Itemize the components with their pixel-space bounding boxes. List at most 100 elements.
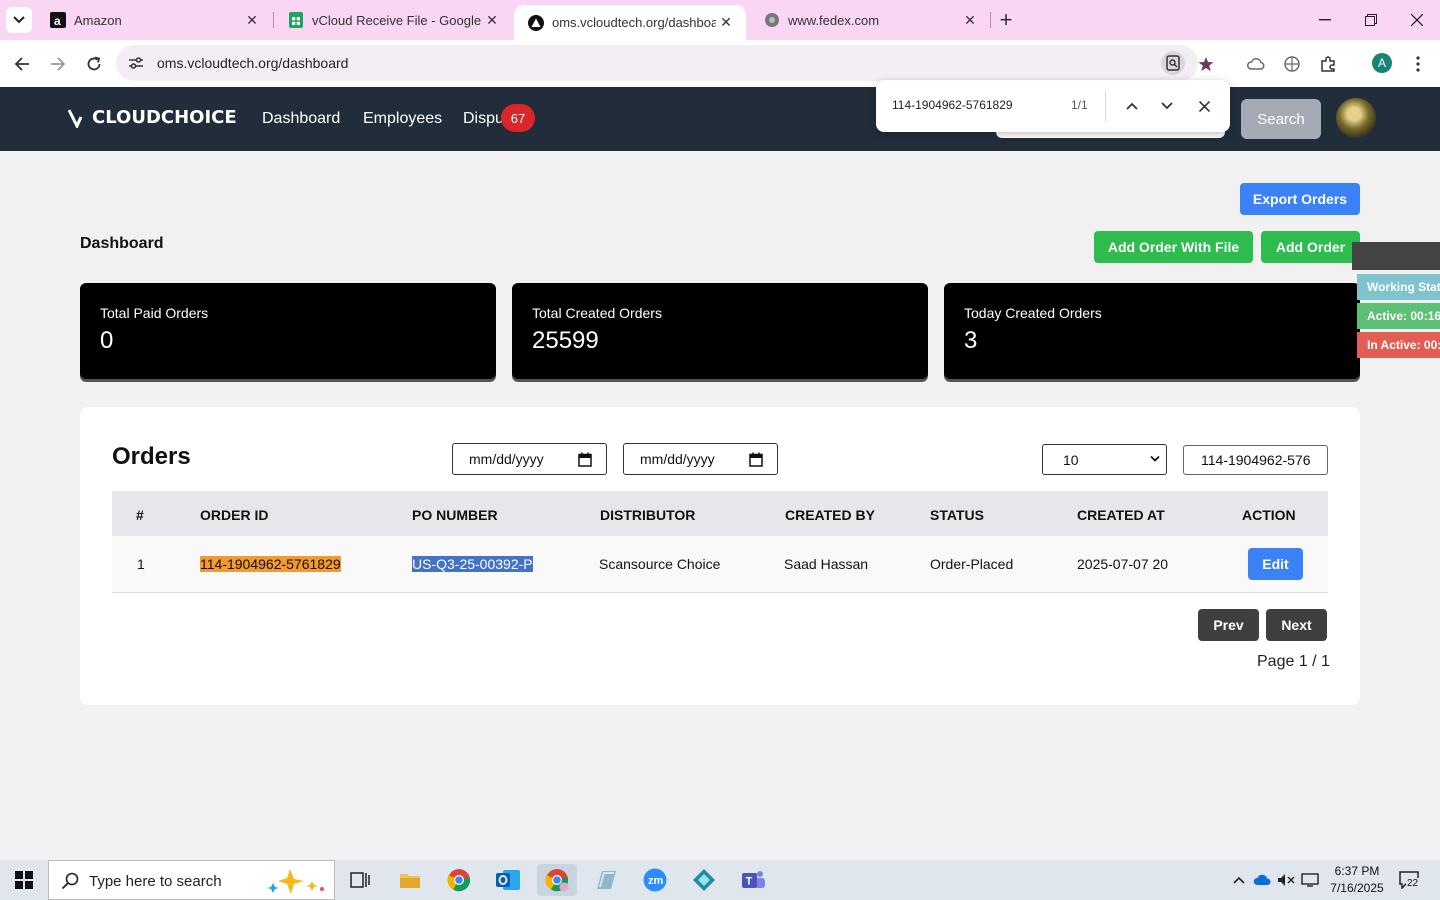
close-tab-icon[interactable]: ✕ bbox=[716, 13, 736, 33]
address-bar[interactable]: oms.vcloudtech.org/dashboard bbox=[116, 45, 1198, 81]
cell-created-at: 2025-07-07 20 bbox=[1077, 556, 1169, 572]
tab-google-sheets[interactable]: vCloud Receive File - Google Sh ✕ bbox=[274, 0, 512, 40]
network-icon[interactable] bbox=[1300, 871, 1320, 889]
task-view-button[interactable] bbox=[340, 864, 380, 896]
show-hidden-icons-button[interactable] bbox=[1230, 871, 1248, 889]
new-tab-button[interactable]: + bbox=[994, 7, 1018, 32]
amazon-icon: a bbox=[50, 12, 66, 28]
prev-page-button[interactable]: Prev bbox=[1198, 609, 1259, 641]
restore-button[interactable] bbox=[1348, 0, 1394, 40]
outlook-app[interactable] bbox=[488, 864, 528, 896]
user-avatar[interactable] bbox=[1336, 98, 1376, 138]
teams-app[interactable]: T bbox=[733, 864, 773, 896]
chrome-profile-app[interactable] bbox=[537, 864, 577, 896]
tab-amazon[interactable]: a Amazon ✕ bbox=[36, 0, 272, 40]
close-tab-icon[interactable]: ✕ bbox=[482, 10, 502, 30]
working-status-pill[interactable]: Working Stat bbox=[1357, 274, 1440, 300]
stat-card-total-created: Total Created Orders 25599 bbox=[512, 283, 928, 379]
find-next-button[interactable] bbox=[1155, 94, 1179, 118]
end-date-input[interactable]: mm/dd/yyyy bbox=[623, 443, 778, 475]
taskbar-search-placeholder: Type here to search bbox=[89, 873, 222, 890]
search-icon bbox=[61, 872, 79, 890]
tab-search-button[interactable] bbox=[6, 7, 32, 33]
find-in-page-icon[interactable] bbox=[1161, 51, 1185, 75]
zoom-app[interactable]: zm bbox=[635, 864, 675, 896]
url-text: oms.vcloudtech.org/dashboard bbox=[157, 55, 349, 71]
taskbar-clock[interactable]: 6:37 PM 7/16/2025 bbox=[1322, 863, 1392, 897]
column-header-created-by: CREATED BY bbox=[785, 507, 875, 523]
column-header-order-id: ORDER ID bbox=[200, 507, 269, 523]
start-date-input[interactable]: mm/dd/yyyy bbox=[452, 443, 607, 475]
cloudchoice-logo[interactable]: CLOUDCHOICE bbox=[68, 107, 237, 128]
windows-taskbar: Type here to search zm T 22 bbox=[0, 860, 1440, 900]
profile-avatar[interactable]: A bbox=[1372, 53, 1392, 73]
clock-time: 6:37 PM bbox=[1334, 864, 1380, 878]
extension-cloud-icon[interactable] bbox=[1243, 51, 1269, 77]
site-icon bbox=[528, 14, 544, 31]
chevron-down-icon bbox=[13, 16, 25, 24]
nav-dashboard[interactable]: Dashboard bbox=[262, 110, 340, 128]
tab-fedex[interactable]: www.fedex.com ✕ bbox=[750, 0, 990, 40]
header-search-button[interactable]: Search bbox=[1241, 99, 1321, 139]
stat-label: Total Paid Orders bbox=[100, 305, 209, 321]
sticky-app[interactable] bbox=[586, 864, 626, 896]
find-query-input[interactable]: 114-1904962-5761829 bbox=[892, 98, 1013, 112]
chrome-app[interactable] bbox=[439, 864, 479, 896]
cell-order-id: 114-1904962-5761829 bbox=[200, 556, 341, 572]
taskbar-search-box[interactable]: Type here to search bbox=[48, 860, 335, 900]
bookmark-star-icon[interactable] bbox=[1193, 51, 1219, 77]
page-title: Dashboard bbox=[80, 235, 164, 252]
task-view-icon bbox=[350, 872, 370, 888]
close-tab-icon[interactable]: ✕ bbox=[242, 10, 262, 30]
cell-po-number: US-Q3-25-00392-P bbox=[412, 556, 533, 572]
reload-button[interactable] bbox=[81, 51, 107, 77]
back-button[interactable] bbox=[9, 51, 35, 77]
stat-card-total-paid: Total Paid Orders 0 bbox=[80, 283, 496, 379]
find-in-page-bar: 114-1904962-5761829 1/1 bbox=[876, 80, 1230, 132]
minimize-button[interactable] bbox=[1302, 0, 1348, 40]
stat-label: Total Created Orders bbox=[532, 305, 662, 321]
windows-logo-icon bbox=[15, 871, 33, 889]
extension-globe-icon[interactable] bbox=[1279, 51, 1305, 77]
tab-title: Amazon bbox=[74, 12, 122, 28]
calendar-icon[interactable] bbox=[578, 452, 592, 467]
add-order-button[interactable]: Add Order bbox=[1261, 231, 1360, 263]
tab-divider bbox=[990, 12, 991, 28]
browser-menu-icon[interactable] bbox=[1405, 51, 1431, 77]
onedrive-icon[interactable] bbox=[1253, 871, 1273, 889]
status-panel-tab[interactable] bbox=[1352, 242, 1440, 270]
notifications-button[interactable]: 22 bbox=[1394, 869, 1424, 891]
diamond-app-icon bbox=[693, 869, 715, 891]
export-orders-button[interactable]: Export Orders bbox=[1240, 183, 1360, 215]
extensions-puzzle-icon[interactable] bbox=[1315, 51, 1341, 77]
diamond-app[interactable] bbox=[684, 864, 724, 896]
close-window-button[interactable] bbox=[1394, 0, 1440, 40]
file-explorer-app[interactable] bbox=[390, 864, 430, 896]
column-header-number: # bbox=[136, 507, 144, 523]
nav-employees[interactable]: Employees bbox=[363, 110, 442, 128]
tab-oms-dashboard[interactable]: oms.vcloudtech.org/dashboard ✕ bbox=[514, 5, 746, 40]
nav-disputes[interactable]: Dispu bbox=[463, 110, 504, 128]
find-previous-button[interactable] bbox=[1120, 94, 1144, 118]
column-header-action: ACTION bbox=[1242, 507, 1296, 523]
forward-button[interactable] bbox=[45, 51, 71, 77]
calendar-icon[interactable] bbox=[749, 452, 763, 467]
site-info-icon[interactable] bbox=[126, 53, 146, 73]
next-page-button[interactable]: Next bbox=[1266, 609, 1327, 641]
svg-text:T: T bbox=[746, 876, 753, 888]
close-tab-icon[interactable]: ✕ bbox=[960, 10, 980, 30]
tab-title: oms.vcloudtech.org/dashboard bbox=[552, 15, 716, 30]
volume-muted-icon[interactable] bbox=[1276, 871, 1296, 889]
inactive-time-pill: In Active: 00: bbox=[1357, 332, 1440, 358]
close-icon bbox=[1198, 100, 1210, 112]
clock-date: 7/16/2025 bbox=[1330, 881, 1384, 895]
cell-status: Order-Placed bbox=[930, 556, 1014, 572]
start-button[interactable] bbox=[4, 864, 44, 896]
edit-order-button[interactable]: Edit bbox=[1248, 548, 1303, 580]
back-arrow-icon bbox=[14, 57, 29, 71]
add-order-with-file-button[interactable]: Add Order With File bbox=[1094, 231, 1253, 263]
page-size-select[interactable]: 10 bbox=[1042, 444, 1167, 475]
teams-icon: T bbox=[742, 871, 765, 888]
orders-search-input[interactable]: 114-1904962-576 bbox=[1183, 445, 1328, 475]
find-close-button[interactable] bbox=[1192, 94, 1216, 118]
